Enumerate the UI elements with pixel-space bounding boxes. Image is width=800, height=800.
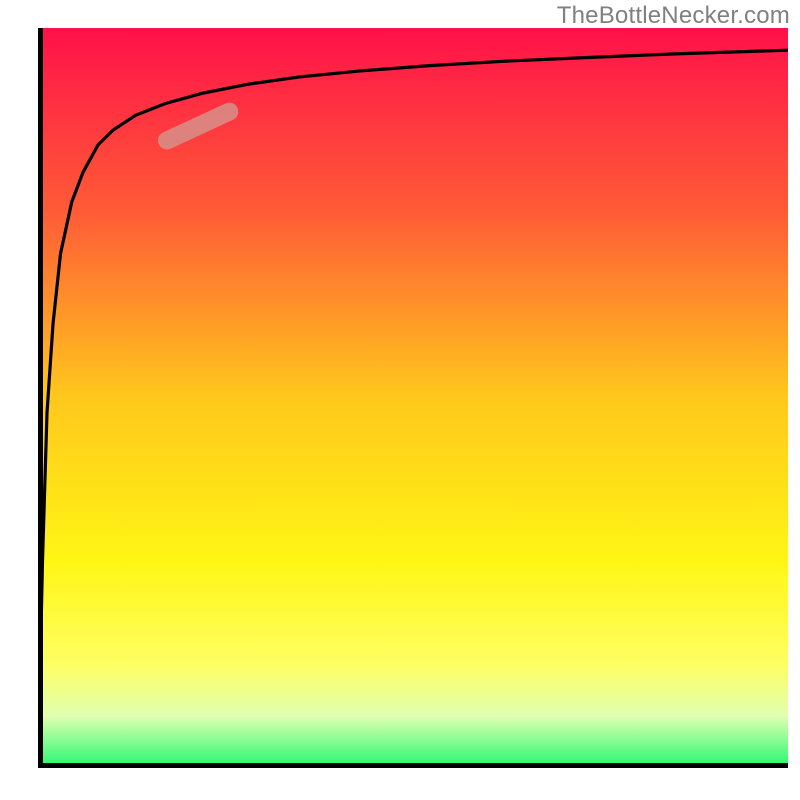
watermark-text: TheBottleNecker.com: [557, 2, 790, 30]
bottleneck-chart: [38, 28, 788, 768]
chart-svg: [38, 28, 788, 768]
chart-background: [38, 28, 788, 768]
